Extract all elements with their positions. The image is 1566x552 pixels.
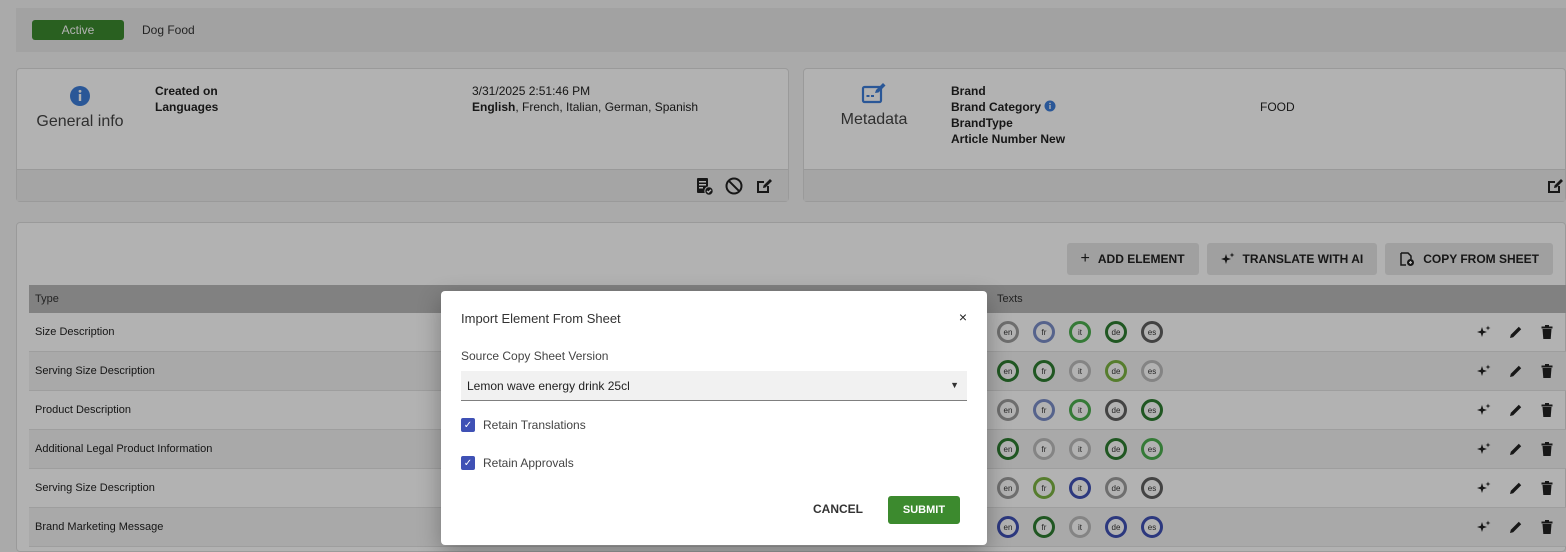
submit-button[interactable]: SUBMIT (888, 496, 960, 524)
retain-translations-row[interactable]: ✓ Retain Translations (461, 418, 586, 432)
import-element-dialog: Import Element From Sheet × Source Copy … (441, 291, 987, 545)
dialog-title: Import Element From Sheet (461, 311, 621, 326)
source-sheet-label: Source Copy Sheet Version (461, 349, 609, 363)
close-icon[interactable]: × (959, 309, 967, 325)
retain-translations-checkbox[interactable]: ✓ (461, 418, 475, 432)
retain-approvals-checkbox[interactable]: ✓ (461, 456, 475, 470)
dropdown-caret-icon: ▼ (950, 380, 959, 390)
source-sheet-select[interactable]: Lemon wave energy drink 25cl ▼ (461, 371, 967, 401)
retain-approvals-row[interactable]: ✓ Retain Approvals (461, 456, 574, 470)
retain-translations-label: Retain Translations (483, 418, 586, 432)
source-sheet-value: Lemon wave energy drink 25cl (467, 378, 630, 393)
cancel-button[interactable]: CANCEL (813, 502, 863, 516)
retain-approvals-label: Retain Approvals (483, 456, 574, 470)
